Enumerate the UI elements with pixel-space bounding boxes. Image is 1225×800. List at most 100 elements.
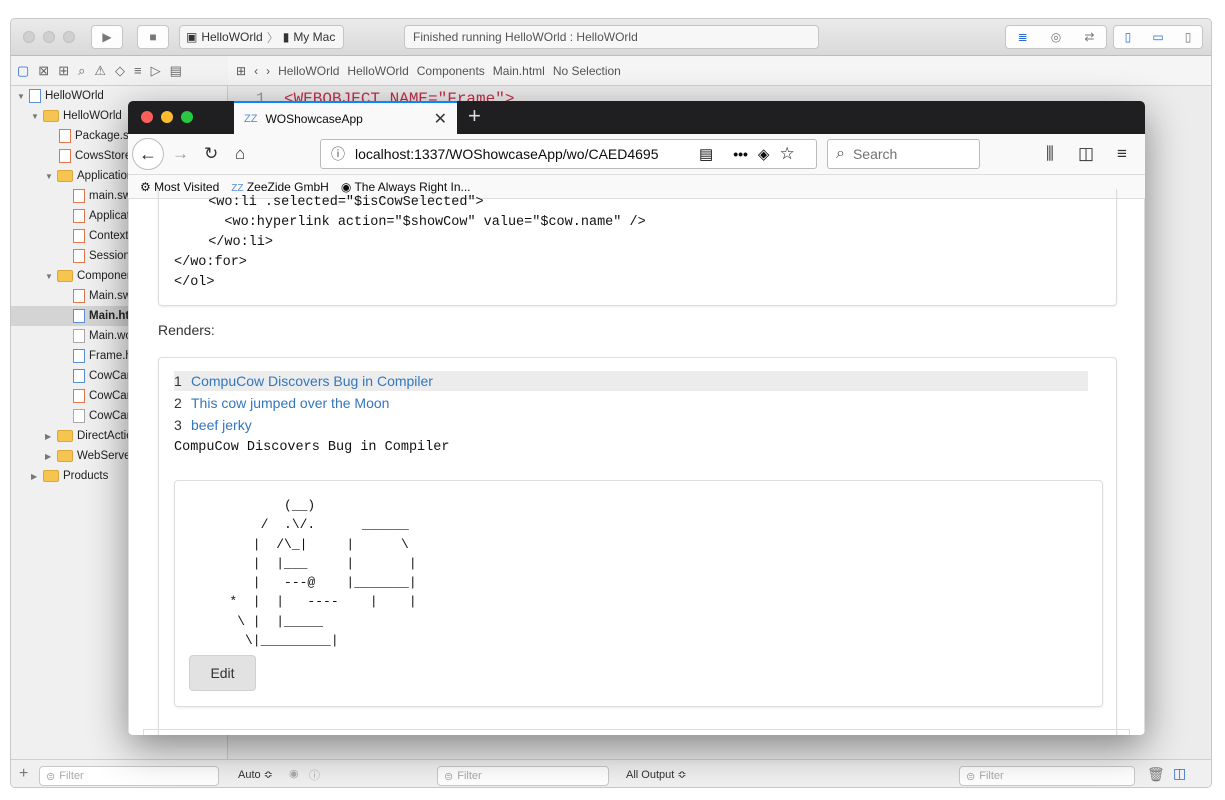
- search-icon[interactable]: ⌕: [78, 63, 85, 79]
- navigator-toggle-icon[interactable]: ▯: [1125, 30, 1132, 44]
- reader-view-icon[interactable]: ▤: [699, 145, 713, 163]
- nav-toolbar: ← → ↻ ⌂ ⓘ localhost:1337/WOShowcaseApp/w…: [128, 134, 1145, 175]
- minimize-button[interactable]: [161, 111, 173, 123]
- list-number: 2: [174, 395, 182, 411]
- app-icon: ▣: [186, 30, 198, 44]
- version-editor-icon[interactable]: ⇄: [1084, 30, 1094, 44]
- jump-item[interactable]: HelloWOrld: [347, 64, 408, 78]
- code-line: <wo:hyperlink action="$showCow" value="$…: [192, 215, 646, 230]
- disclosure-icon[interactable]: ▼: [45, 172, 53, 181]
- navigator-item[interactable]: ▼ HelloWOrld: [17, 86, 104, 106]
- jump-item[interactable]: No Selection: [553, 64, 621, 78]
- bookmark-star-icon[interactable]: ☆: [779, 144, 794, 164]
- scheme-selector[interactable]: ▣ HelloWOrld 〉 ▮ My Mac: [179, 25, 344, 49]
- search-bar[interactable]: ⌕ Search: [827, 139, 980, 169]
- close-button[interactable]: [23, 31, 35, 43]
- back-button[interactable]: ←: [132, 138, 164, 170]
- page-bottom-border: [143, 729, 1130, 735]
- navigator-selector-bar: ▢ ⊠ ⊞ ⌕ ⚠ ◇ ≡ ▷ ▤: [11, 56, 228, 86]
- minimize-button[interactable]: [43, 31, 55, 43]
- cow-card: (__) / .\/. ______ | /\_| | \ | |___ | |…: [174, 480, 1103, 707]
- tab-woshowcaseapp[interactable]: ZZ WOShowcaseApp ✕: [234, 101, 457, 134]
- mac-icon: ▮: [282, 30, 290, 44]
- jump-item[interactable]: Components: [417, 64, 485, 78]
- editor-mode-control[interactable]: ≣ ◎ ⇄: [1005, 25, 1107, 49]
- xcode-bottom-bar: + ⊜ Filter Auto ≎ ◉ ⓘ ⊜ Filter All Output …: [11, 759, 1211, 787]
- tab-title: WOShowcaseApp: [265, 111, 363, 126]
- warning-icon[interactable]: ⚠: [94, 63, 106, 79]
- debug-toggle-icon[interactable]: ▭: [1152, 30, 1163, 44]
- pocket-icon[interactable]: ◈: [758, 145, 770, 163]
- disclosure-icon[interactable]: ▼: [17, 92, 25, 101]
- run-button[interactable]: ▶: [91, 25, 123, 49]
- symbol-icon[interactable]: ⊞: [58, 63, 69, 79]
- grid-icon[interactable]: ⊞: [236, 64, 246, 78]
- disclosure-icon[interactable]: ▼: [45, 272, 53, 281]
- close-icon[interactable]: ✕: [434, 109, 447, 129]
- inspector-toggle-icon[interactable]: ▯: [1185, 30, 1192, 44]
- assistant-editor-icon[interactable]: ◎: [1051, 30, 1061, 44]
- output-selector[interactable]: All Output ≎: [626, 768, 687, 781]
- cow-link[interactable]: CompuCow Discovers Bug in Compiler: [191, 373, 433, 389]
- swift-file-icon: [73, 249, 85, 263]
- page-actions-icon[interactable]: •••: [733, 146, 748, 162]
- report-icon[interactable]: ▤: [170, 63, 182, 79]
- disclosure-icon[interactable]: ▼: [31, 112, 39, 121]
- eye-icon[interactable]: ◉: [289, 767, 299, 780]
- zoom-button[interactable]: [63, 31, 75, 43]
- standard-editor-icon[interactable]: ≣: [1018, 30, 1028, 44]
- project-icon: [29, 89, 41, 103]
- zoom-button[interactable]: [181, 111, 193, 123]
- selected-cow-name: CompuCow Discovers Bug in Compiler: [174, 440, 450, 455]
- source-control-icon[interactable]: ⊠: [38, 63, 49, 79]
- cow-link[interactable]: beef jerky: [191, 417, 252, 433]
- library-icon[interactable]: ⫼: [1046, 144, 1054, 164]
- disclosure-icon[interactable]: ▶: [45, 452, 53, 461]
- add-icon[interactable]: +: [19, 765, 28, 783]
- test-icon[interactable]: ◇: [115, 63, 125, 79]
- jump-item[interactable]: Main.html: [493, 64, 545, 78]
- info-icon[interactable]: ⓘ: [309, 767, 320, 783]
- stop-button[interactable]: ■: [137, 25, 169, 49]
- navigator-filter[interactable]: ⊜ Filter: [39, 766, 219, 786]
- sidebar-icon[interactable]: ◫: [1078, 144, 1094, 164]
- play-icon: ▶: [102, 30, 112, 44]
- url-bar[interactable]: ⓘ localhost:1337/WOShowcaseApp/wo/CAED46…: [320, 139, 817, 169]
- list-item-selected: 1 CompuCow Discovers Bug in Compiler: [174, 371, 1088, 391]
- close-button[interactable]: [141, 111, 153, 123]
- scheme-project: HelloWOrld: [201, 30, 263, 44]
- disclosure-icon[interactable]: ▶: [31, 472, 39, 481]
- debug-icon[interactable]: ≡: [134, 63, 142, 78]
- home-icon[interactable]: ⌂: [235, 144, 245, 164]
- split-view-icon[interactable]: ◫: [1173, 765, 1186, 782]
- breakpoint-icon[interactable]: ▷: [151, 63, 161, 79]
- list-item: 3 beef jerky: [174, 415, 1088, 435]
- navigator-item[interactable]: ▶ Products: [31, 466, 108, 486]
- cow-link[interactable]: This cow jumped over the Moon: [191, 395, 389, 411]
- console-filter[interactable]: ⊜ Filter: [959, 766, 1135, 786]
- variables-filter[interactable]: ⊜ Filter: [437, 766, 609, 786]
- stop-icon: ■: [149, 30, 157, 44]
- template-code-box: <wo:li .selected="$isCowSelected"> <wo:h…: [158, 189, 1117, 306]
- swift-file-icon: [59, 149, 71, 163]
- trash-icon[interactable]: 🗑: [1147, 766, 1165, 783]
- jump-item[interactable]: HelloWOrld: [278, 64, 339, 78]
- folder-icon: [57, 270, 73, 282]
- reload-icon[interactable]: ↻: [204, 144, 218, 164]
- folder-icon[interactable]: ▢: [17, 63, 29, 79]
- forward-arrow-icon[interactable]: ›: [266, 64, 270, 78]
- disclosure-icon[interactable]: ▶: [45, 432, 53, 441]
- forward-arrow-icon[interactable]: →: [172, 144, 189, 164]
- navigator-item[interactable]: ▼ HelloWOrld: [31, 106, 122, 126]
- new-tab-icon[interactable]: +: [468, 103, 481, 129]
- panel-toggle-control[interactable]: ▯ ▭ ▯: [1113, 25, 1203, 49]
- menu-icon[interactable]: ≡: [1117, 144, 1127, 164]
- info-icon: ⓘ: [331, 146, 345, 162]
- back-arrow-icon[interactable]: ‹: [254, 64, 258, 78]
- auto-selector[interactable]: Auto ≎: [238, 768, 273, 781]
- html-file-icon: [73, 309, 85, 323]
- swift-file-icon: [59, 129, 71, 143]
- list-number: 3: [174, 417, 182, 433]
- filter-icon: ⊜: [966, 770, 976, 783]
- edit-button[interactable]: Edit: [189, 655, 256, 691]
